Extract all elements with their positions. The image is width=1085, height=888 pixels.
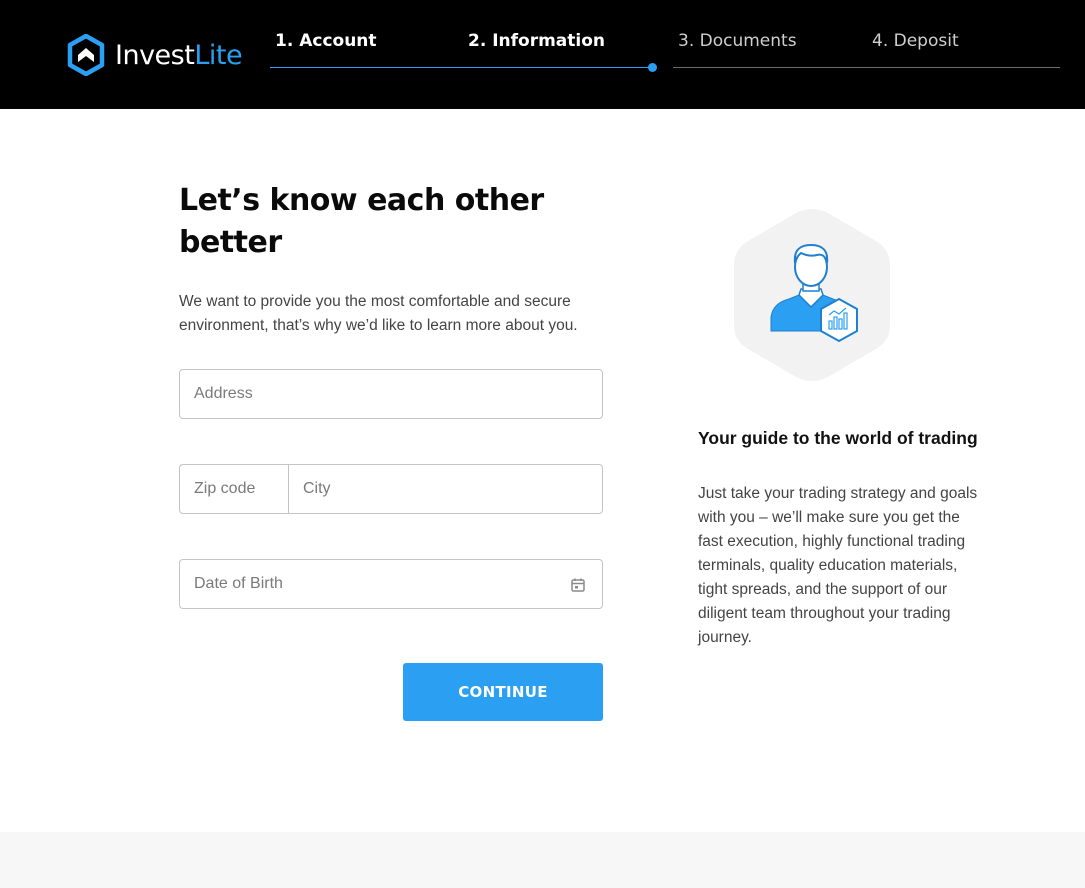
guide-text: Just take your trading strategy and goal… [698, 485, 978, 646]
brand-logo[interactable]: InvestLite [67, 34, 243, 76]
brand-name-part1: Invest [115, 39, 195, 71]
zip-code-field[interactable] [179, 464, 289, 514]
progress-current-dot [648, 63, 657, 72]
step-deposit: 4. Deposit [872, 31, 959, 51]
continue-button[interactable]: CONTINUE [403, 663, 603, 721]
progress-line-remaining [673, 67, 1060, 68]
logo-hexagon-icon [67, 34, 105, 76]
city-input[interactable] [289, 465, 602, 513]
step-information[interactable]: 2. Information [468, 31, 605, 51]
city-field[interactable] [288, 464, 603, 514]
top-header: InvestLite 1. Account 2. Information 3. … [0, 0, 1085, 109]
page-title: Let’s know each other better [179, 183, 544, 260]
address-input[interactable] [180, 370, 602, 418]
address-field[interactable] [179, 369, 603, 419]
date-of-birth-field[interactable] [179, 559, 603, 609]
date-of-birth-input[interactable] [180, 560, 602, 608]
brand-name: InvestLite [115, 39, 243, 71]
step-account[interactable]: 1. Account [275, 31, 377, 51]
intro-text: We want to provide you the most comforta… [179, 293, 578, 334]
user-chart-icon [734, 209, 890, 381]
footer-band [0, 832, 1085, 888]
progress-line-completed [270, 67, 653, 68]
step-documents: 3. Documents [678, 31, 797, 51]
calendar-icon[interactable] [570, 577, 586, 593]
brand-name-part2: Lite [194, 39, 243, 71]
zip-code-input[interactable] [180, 465, 288, 513]
guide-title: Your guide to the world of trading [698, 428, 978, 448]
